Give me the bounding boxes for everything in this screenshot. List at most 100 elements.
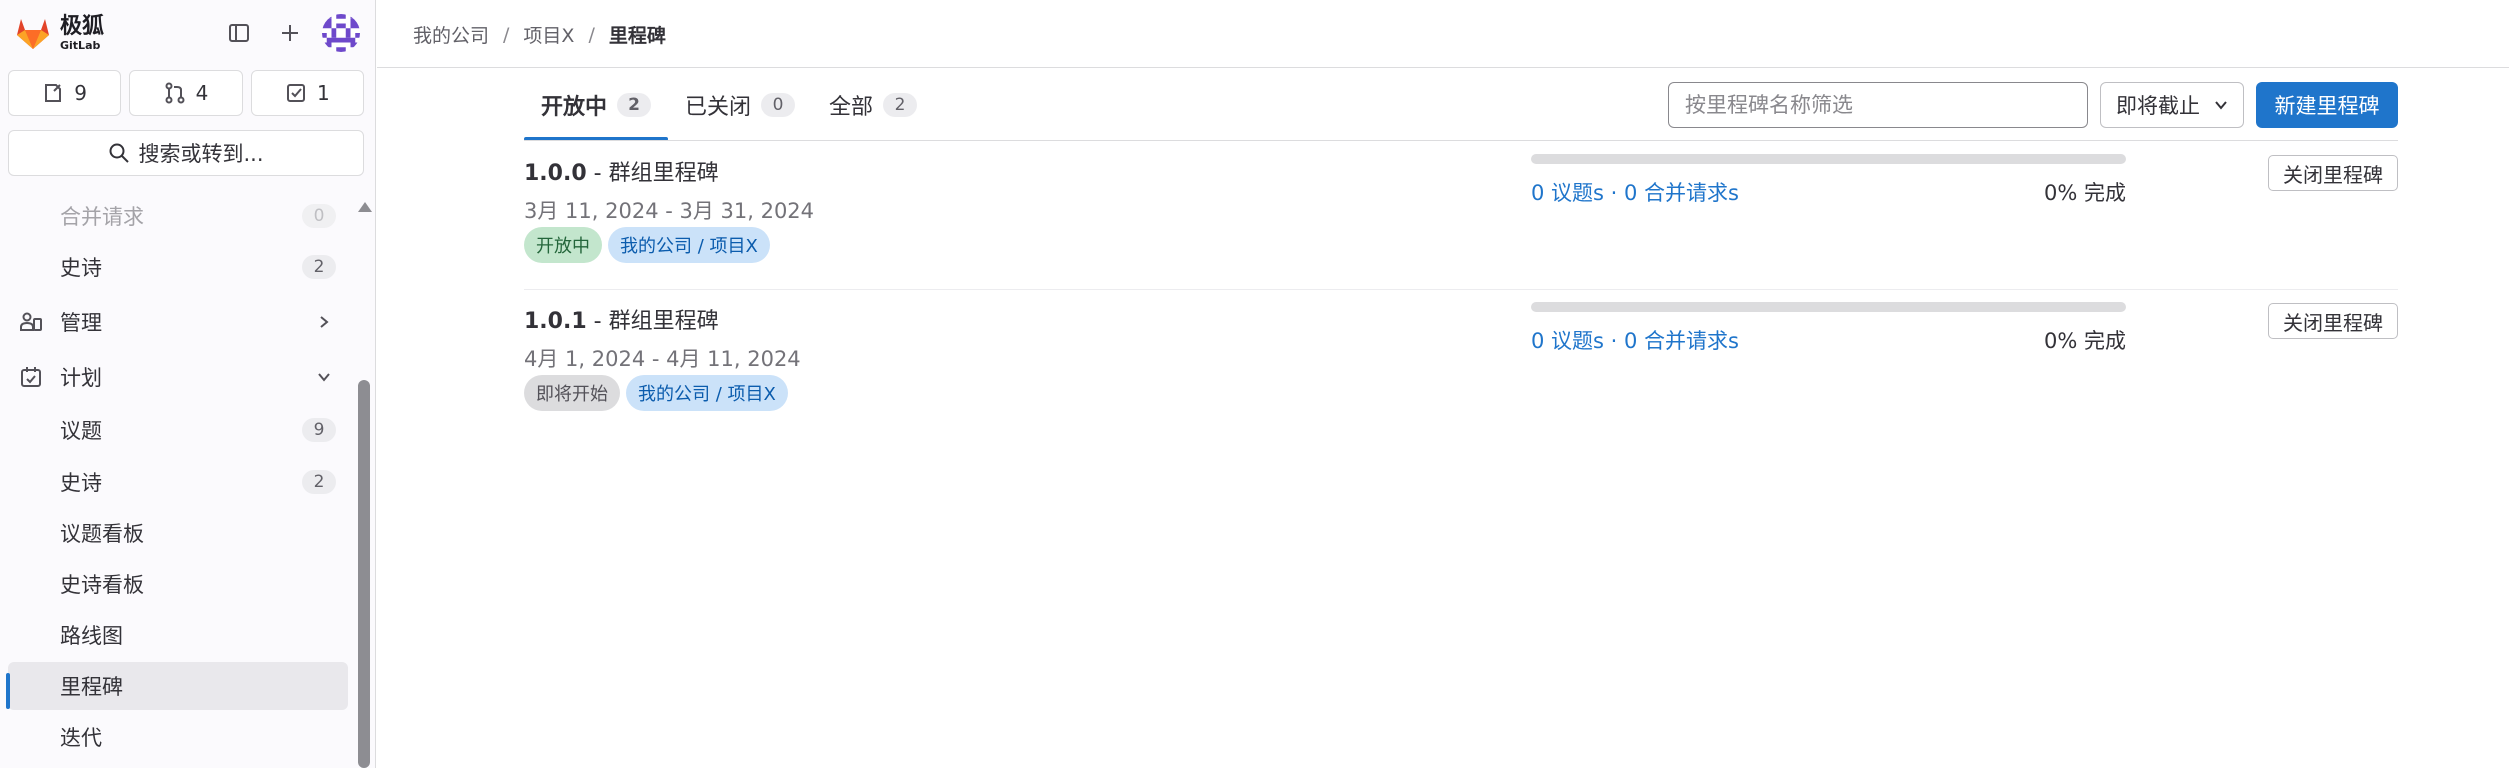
sidebar-item-iterations[interactable]: 迭代 [8, 713, 348, 761]
sidebar-item-label: 计划 [60, 366, 102, 390]
sidebar-scrollbar[interactable] [356, 196, 372, 768]
breadcrumb-separator: / [503, 23, 510, 46]
counter-buttons: 9 4 1 [8, 70, 364, 116]
sort-dropdown[interactable]: 即将截止 [2100, 82, 2244, 128]
tab-open[interactable]: 开放中 2 [524, 69, 669, 141]
sidebar-item-epics-top[interactable]: 史诗 2 [8, 243, 348, 291]
sidebar-item-epics[interactable]: 史诗 2 [8, 458, 348, 506]
brand-sub: GitLab [60, 39, 101, 52]
status-badge: 即将开始 [524, 375, 620, 411]
gitlab-logo-icon[interactable] [13, 13, 53, 53]
tab-closed[interactable]: 已关闭 0 [668, 69, 812, 141]
breadcrumb: 我的公司 / 项目X / 里程碑 [413, 21, 666, 48]
sidebar-item-count: 2 [302, 255, 336, 279]
milestone-badges: 即将开始 我的公司 / 项目X [524, 375, 788, 411]
sidebar-item-issue-boards[interactable]: 议题看板 [8, 509, 348, 557]
tab-all[interactable]: 全部 2 [812, 69, 934, 141]
milestone-title[interactable]: 1.0.0 - 群组里程碑 [524, 155, 719, 187]
main-content: 开放中 2 已关闭 0 全部 2 即将截止 新建里程碑 1.0.0 - 群组里程… [377, 69, 2509, 768]
close-milestone-button[interactable]: 关闭里程碑 [2268, 155, 2398, 191]
sidebar-item-label: 合并请求 [60, 205, 144, 229]
milestone-percent-complete: 0% 完成 [2044, 329, 2126, 353]
sidebar-item-label: 里程碑 [60, 675, 123, 699]
milestone-progress-bar [1531, 302, 2126, 312]
breadcrumb-item-company[interactable]: 我的公司 [413, 21, 489, 48]
tab-count: 2 [617, 93, 652, 117]
sidebar-item-count: 0 [302, 204, 336, 228]
sidebar-item-label: 管理 [60, 311, 102, 335]
milestone-dates: 3月 11, 2024 - 3月 31, 2024 [524, 199, 815, 223]
sidebar-item-label: 史诗看板 [60, 573, 144, 597]
merge-requests-counter-button[interactable]: 4 [129, 70, 243, 116]
milestone-tabs: 开放中 2 已关闭 0 全部 2 [524, 69, 934, 141]
tab-count: 2 [883, 93, 918, 117]
sidebar-item-count: 2 [302, 470, 336, 494]
sidebar-item-issues[interactable]: 议题 9 [8, 406, 348, 454]
tab-label: 开放中 [541, 95, 608, 120]
milestone-badges: 开放中 我的公司 / 项目X [524, 227, 770, 263]
breadcrumb-separator: / [588, 23, 595, 46]
issues-counter-button[interactable]: 9 [8, 70, 122, 116]
top-bar: 我的公司 / 项目X / 里程碑 [377, 0, 2509, 68]
active-indicator [6, 673, 10, 709]
sidebar-item-manage[interactable]: 管理 [8, 298, 348, 346]
breadcrumb-item-current[interactable]: 里程碑 [609, 21, 666, 48]
sidebar-header: 极狐 GitLab [0, 0, 376, 66]
sidebar-item-label: 议题看板 [60, 522, 144, 546]
brand-name: 极狐 [60, 14, 105, 39]
sidebar-item-label: 史诗 [60, 471, 102, 495]
milestone-version: 1.0.1 [524, 309, 587, 334]
chevron-down-icon [314, 367, 334, 387]
sidebar-item-roadmap[interactable]: 路线图 [8, 611, 348, 659]
brand: 极狐 GitLab [60, 14, 105, 52]
new-milestone-button[interactable]: 新建里程碑 [2256, 82, 2398, 128]
milestone-dates: 4月 1, 2024 - 4月 11, 2024 [524, 347, 801, 371]
sidebar: 极狐 GitLab 9 4 1 搜索或转到... 合并请求 0 史诗 2 管理 … [0, 0, 376, 768]
milestone-issue-mr-links[interactable]: 0 议题s · 0 合并请求s [1531, 177, 1739, 207]
sidebar-item-label: 议题 [60, 419, 102, 443]
sidebar-item-plan[interactable]: 计划 [8, 353, 348, 401]
search-icon [109, 143, 130, 163]
search-button[interactable]: 搜索或转到... [8, 130, 364, 176]
calendar-check-icon [18, 364, 44, 390]
milestone-row: 1.0.1 - 群组里程碑 4月 1, 2024 - 4月 11, 2024 即… [524, 290, 2398, 438]
milestone-percent-complete: 0% 完成 [2044, 181, 2126, 205]
sidebar-item-count: 9 [302, 418, 336, 442]
milestone-issue-mr-links[interactable]: 0 议题s · 0 合并请求s [1531, 325, 1739, 355]
issues-count: 9 [74, 81, 88, 105]
plus-icon[interactable] [273, 16, 307, 50]
milestone-name: - 群组里程碑 [586, 309, 719, 334]
tabs-divider [524, 140, 2398, 141]
todos-counter-button[interactable]: 1 [250, 70, 364, 116]
merge-request-icon [165, 82, 185, 104]
sidebar-item-milestones[interactable]: 里程碑 [8, 662, 348, 710]
sidebar-nav: 合并请求 0 史诗 2 管理 计划 议题 9 史诗 2 议题看板 史诗看板 路线… [0, 196, 356, 768]
breadcrumb-item-project[interactable]: 项目X [523, 21, 574, 48]
todos-count: 1 [316, 81, 330, 105]
scroll-thumb[interactable] [358, 380, 370, 768]
users-icon [18, 309, 44, 335]
group-badge[interactable]: 我的公司 / 项目X [626, 375, 788, 411]
sidebar-item-epic-boards[interactable]: 史诗看板 [8, 560, 348, 608]
milestone-version: 1.0.0 [524, 161, 587, 186]
milestone-name: - 群组里程碑 [586, 161, 719, 186]
status-badge: 开放中 [524, 227, 602, 263]
tab-label: 已关闭 [685, 95, 752, 120]
close-milestone-button[interactable]: 关闭里程碑 [2268, 303, 2398, 339]
tab-count: 0 [761, 93, 796, 117]
tab-label: 全部 [829, 95, 874, 120]
avatar[interactable] [322, 14, 360, 52]
milestone-title[interactable]: 1.0.1 - 群组里程碑 [524, 303, 719, 335]
chevron-right-icon [314, 312, 334, 332]
search-label: 搜索或转到... [138, 142, 264, 166]
todo-icon [286, 84, 305, 102]
sidebar-item-merge-requests[interactable]: 合并请求 0 [8, 196, 348, 240]
sidebar-item-label: 史诗 [60, 256, 102, 280]
milestone-filter-input[interactable] [1668, 82, 2088, 128]
issues-icon [45, 84, 62, 102]
group-badge[interactable]: 我的公司 / 项目X [608, 227, 770, 263]
toggle-sidebar-icon[interactable] [222, 16, 256, 50]
chevron-down-icon [2215, 101, 2227, 110]
milestone-progress-bar [1531, 154, 2126, 164]
scroll-up-arrow-icon[interactable] [358, 202, 372, 212]
